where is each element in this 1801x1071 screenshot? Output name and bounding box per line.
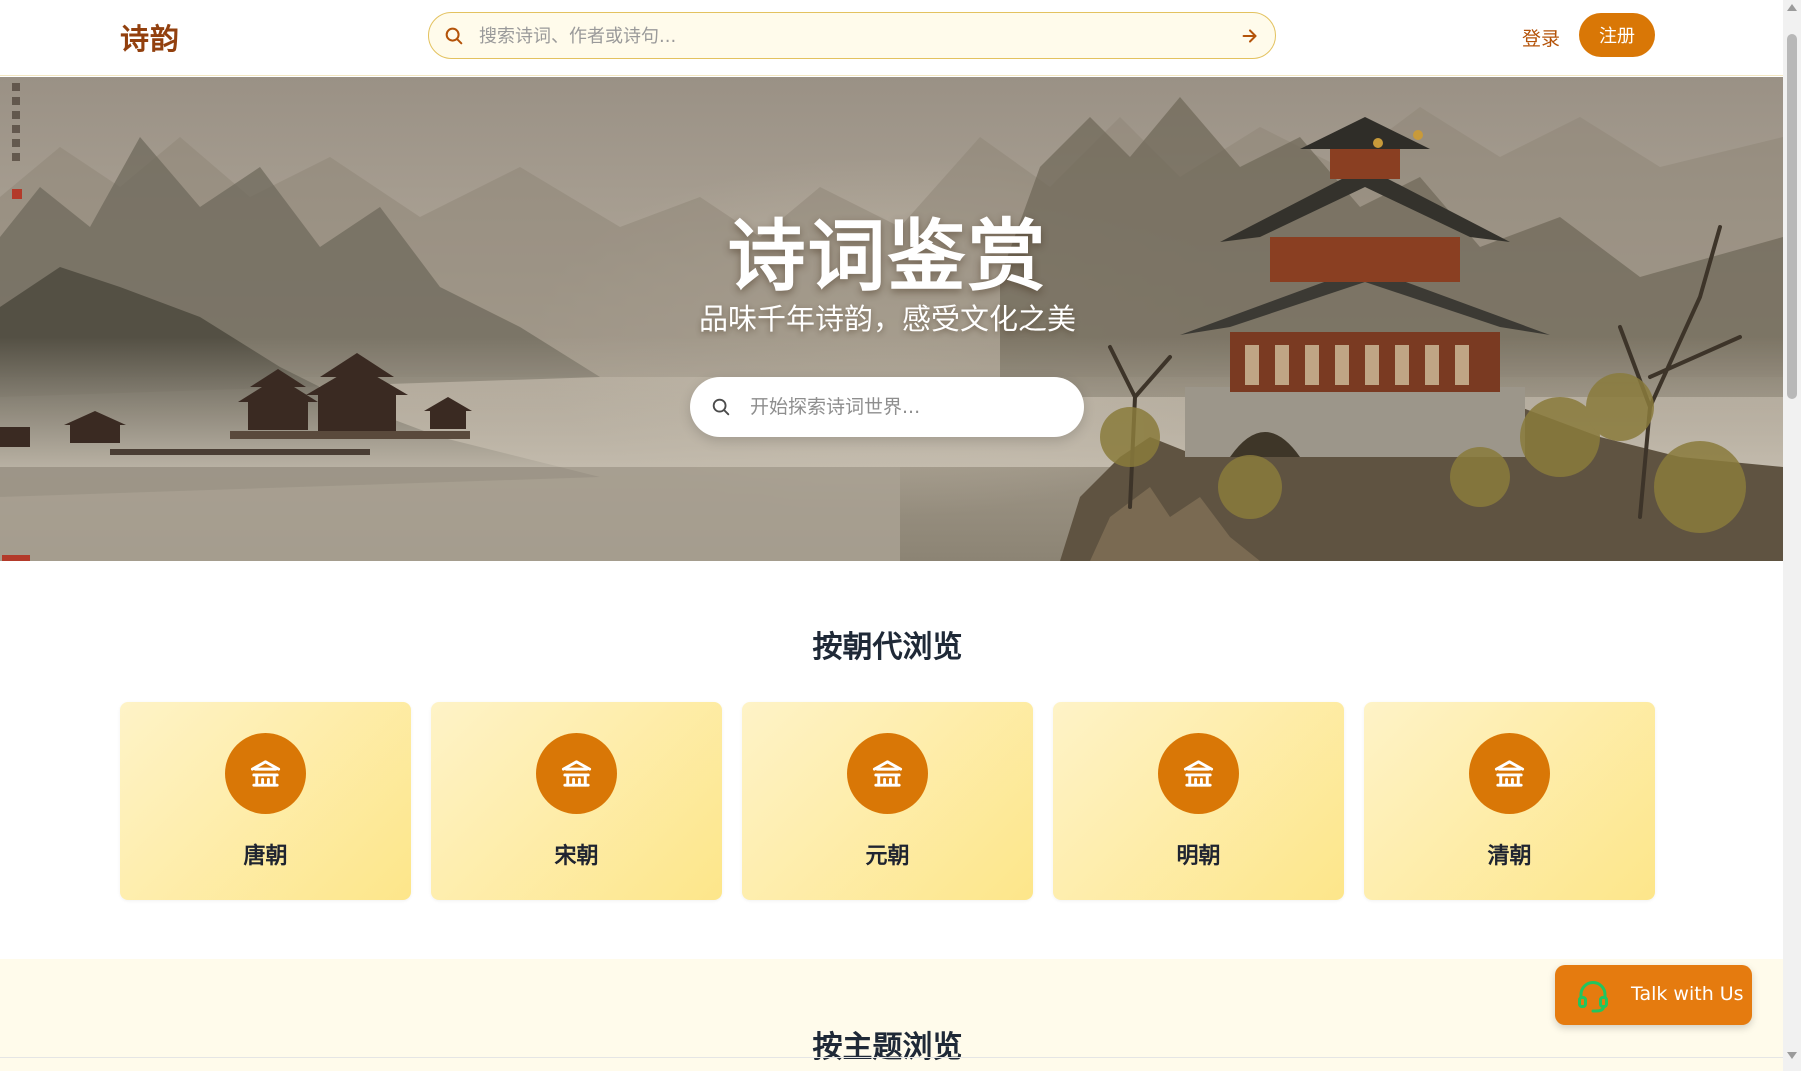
dynasty-icon-badge	[1158, 733, 1239, 814]
hero-banner: 诗词鉴赏 品味千年诗韵，感受文化之美	[0, 77, 1783, 561]
header-search-bar[interactable]	[428, 12, 1276, 59]
dynasty-section-title: 按朝代浏览	[812, 630, 963, 665]
dynasty-icon-badge	[225, 733, 306, 814]
login-link[interactable]: 登录	[1522, 24, 1560, 51]
hero-title: 诗词鉴赏	[727, 212, 1048, 302]
dynasty-card-label: 明朝	[1176, 844, 1221, 869]
arrow-right-icon[interactable]	[1239, 25, 1261, 47]
dynasty-icon-badge	[536, 733, 617, 814]
dynasty-card-label: 宋朝	[554, 844, 599, 869]
page-scrollbar[interactable]	[1783, 0, 1801, 1071]
pavilion-icon	[250, 760, 281, 787]
dynasty-card-label: 清朝	[1487, 844, 1532, 869]
search-icon	[712, 398, 730, 416]
talk-with-us-label: Talk with Us	[1631, 983, 1744, 1005]
search-icon	[445, 27, 463, 45]
dynasty-card-yuan[interactable]: 元朝	[742, 702, 1033, 900]
scrollbar-thumb[interactable]	[1787, 34, 1797, 399]
hero-subtitle: 品味千年诗韵，感受文化之美	[698, 302, 1076, 336]
pavilion-icon	[1183, 760, 1214, 787]
dynasty-icon-badge	[847, 733, 928, 814]
scroll-down-arrow-icon[interactable]	[1787, 1052, 1797, 1059]
header-search-input[interactable]	[479, 21, 1199, 51]
dynasty-card-qing[interactable]: 清朝	[1364, 702, 1655, 900]
pavilion-icon	[561, 760, 592, 787]
site-logo[interactable]: 诗韵	[120, 16, 180, 58]
hero-search-input[interactable]	[750, 391, 1060, 423]
dynasty-card-tang[interactable]: 唐朝	[120, 702, 411, 900]
dynasty-icon-badge	[1469, 733, 1550, 814]
scroll-up-arrow-icon[interactable]	[1787, 4, 1797, 11]
talk-with-us-button[interactable]: Talk with Us	[1555, 965, 1752, 1025]
headset-icon	[1578, 981, 1608, 1013]
theme-section-title: 按主题浏览	[812, 1030, 963, 1065]
dynasty-card-song[interactable]: 宋朝	[431, 702, 722, 900]
pavilion-icon	[872, 760, 903, 787]
dynasty-card-label: 元朝	[865, 844, 910, 869]
dynasty-card-ming[interactable]: 明朝	[1053, 702, 1344, 900]
dynasty-card-label: 唐朝	[243, 844, 288, 869]
register-button[interactable]: 注册	[1579, 13, 1655, 57]
top-navbar: 诗韵 登录 注册	[0, 0, 1783, 76]
pavilion-icon	[1494, 760, 1525, 787]
dynasty-card-list: 唐朝 宋朝 元朝 明朝 清朝	[120, 702, 1655, 900]
hero-search-bar[interactable]	[690, 377, 1084, 437]
divider	[0, 1057, 1783, 1058]
